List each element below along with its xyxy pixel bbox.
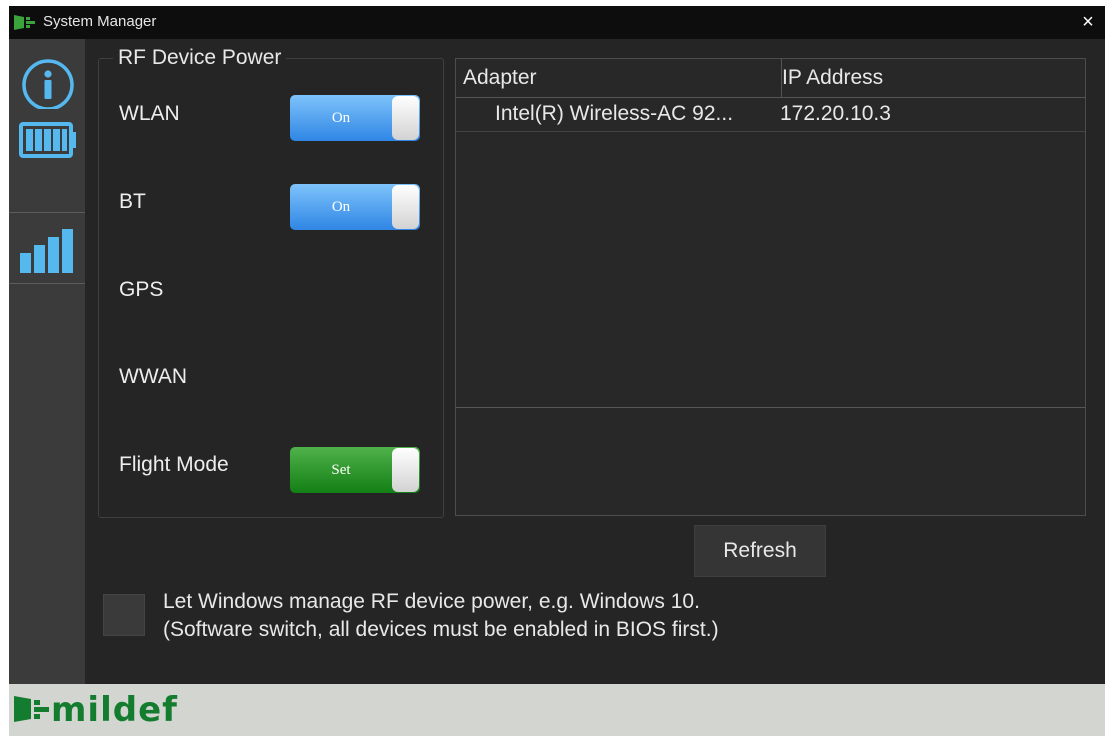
wwan-label: WWAN [119, 365, 188, 388]
adapter-panel: Adapter IP Address Intel(R) Wireless-AC … [455, 58, 1086, 516]
close-icon: × [1082, 11, 1094, 33]
system-manager-window: System Manager × RF Device Power WLAN On… [9, 6, 1105, 736]
mildef-logo-icon [14, 696, 49, 722]
brand-footer: mildef [9, 684, 1105, 736]
toggle-knob [392, 96, 419, 140]
battery-icon [19, 122, 76, 158]
window-title: System Manager [43, 13, 157, 30]
sidebar-divider [9, 212, 85, 213]
toggle-knob [392, 448, 419, 492]
close-button[interactable]: × [1075, 8, 1101, 36]
flight-mode-toggle-state: Set [331, 462, 351, 478]
wlan-toggle-state: On [331, 110, 351, 126]
bt-toggle-state: On [331, 199, 351, 215]
sidebar-item-info[interactable] [9, 39, 85, 111]
signal-icon [20, 229, 73, 273]
adapter-table: Adapter IP Address Intel(R) Wireless-AC … [456, 59, 1085, 408]
rf-group-title: RF Device Power [113, 46, 287, 70]
mildef-app-icon [14, 15, 35, 30]
title-bar: System Manager × [9, 6, 1105, 39]
sidebar [9, 39, 85, 684]
toggle-knob [392, 185, 419, 229]
column-header-adapter[interactable]: Adapter [456, 59, 782, 98]
column-header-ip-address[interactable]: IP Address [782, 59, 1085, 98]
row-divider [456, 131, 1085, 132]
adapter-cell: Intel(R) Wireless-AC 92... [495, 102, 734, 125]
sidebar-item-battery[interactable] [9, 111, 85, 181]
bt-toggle[interactable]: On [290, 184, 420, 230]
flight-mode-toggle[interactable]: Set [290, 447, 420, 493]
bt-label: BT [119, 190, 146, 213]
brand-wordmark: mildef [51, 690, 178, 730]
windows-manage-checkbox[interactable] [103, 594, 145, 636]
refresh-button[interactable]: Refresh [694, 525, 826, 577]
sidebar-item-signal[interactable] [9, 215, 85, 285]
sidebar-divider [9, 283, 85, 284]
ip-address-cell: 172.20.10.3 [780, 102, 891, 125]
wlan-toggle[interactable]: On [290, 95, 420, 141]
windows-manage-text-line2: (Software switch, all devices must be en… [163, 618, 719, 641]
flight-mode-label: Flight Mode [119, 453, 229, 476]
wlan-label: WLAN [119, 102, 180, 125]
info-icon [22, 59, 74, 111]
windows-manage-text-line1: Let Windows manage RF device power, e.g.… [163, 590, 700, 613]
gps-label: GPS [119, 278, 164, 301]
